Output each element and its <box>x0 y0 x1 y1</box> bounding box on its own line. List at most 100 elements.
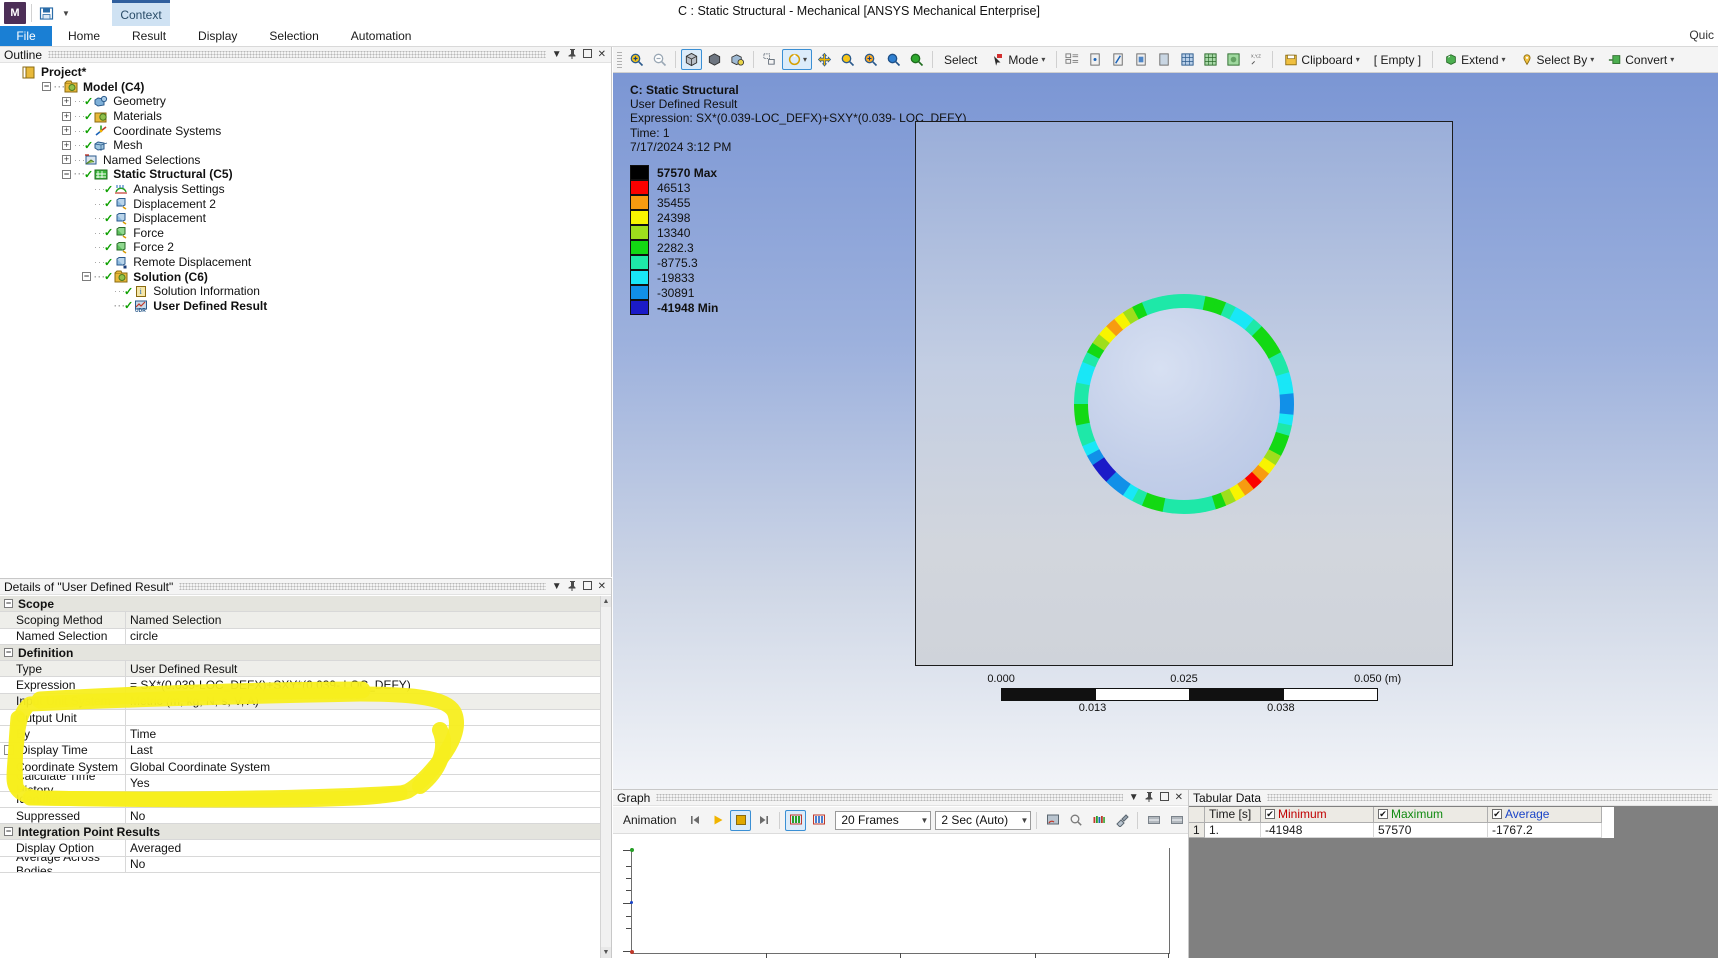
details-scrollbar[interactable]: ▲ ▼ <box>600 596 611 958</box>
tab-home[interactable]: Home <box>52 26 116 46</box>
details-value-cell[interactable]: Global Coordinate System <box>126 759 600 774</box>
details-dropdown-icon[interactable]: ▼ <box>552 581 562 592</box>
zoom-fit-green-icon[interactable] <box>906 49 927 70</box>
tabular-header-cell-3[interactable]: ✔ Maximum <box>1374 807 1488 823</box>
save-animation-icon[interactable] <box>1042 810 1063 831</box>
rotate-icon[interactable]: ▾ <box>782 49 812 70</box>
tab-result[interactable]: Result <box>116 26 182 46</box>
tree-item-model-c4[interactable]: −··· Model (C4) <box>22 80 609 95</box>
details-pin-icon[interactable] <box>568 580 577 594</box>
tabular-header-cell-2[interactable]: ✔ Minimum <box>1261 807 1374 823</box>
last-frame-icon[interactable] <box>753 810 774 831</box>
tabular-cell-time[interactable]: 1. <box>1205 822 1261 838</box>
convert-button[interactable]: Convert ▾ <box>1602 49 1680 70</box>
zoom-region-icon[interactable] <box>860 49 881 70</box>
display-time-checkbox[interactable] <box>4 745 14 756</box>
tabular-header-cell-1[interactable]: Time [s] <box>1205 807 1261 823</box>
tabular-header-cell-0[interactable] <box>1189 807 1205 823</box>
graph-chart-area[interactable] <box>623 848 1170 958</box>
tree-item-project[interactable]: Project* <box>22 65 609 80</box>
column-visibility-checkbox[interactable]: ✔ <box>1378 809 1388 820</box>
tab-selection[interactable]: Selection <box>253 26 334 46</box>
collapse-toggle-icon[interactable]: − <box>62 169 71 179</box>
expand-toggle-icon[interactable]: + <box>62 96 71 106</box>
details-row-named-selection[interactable]: Named Selection circle <box>0 628 600 645</box>
details-maximize-icon[interactable] <box>582 580 592 593</box>
expand-toggle-icon[interactable]: + <box>62 126 71 136</box>
play-icon[interactable] <box>707 810 728 831</box>
outline-pin-icon[interactable] <box>568 48 577 62</box>
expand-toggle-icon[interactable]: + <box>62 155 71 165</box>
bar-chart-icon[interactable] <box>1088 810 1109 831</box>
details-row-output-unit[interactable]: Output Unit <box>0 710 600 727</box>
shaded-body-icon[interactable] <box>704 49 725 70</box>
frames-chevron-down-icon[interactable]: ▼ <box>914 816 928 825</box>
extend-button[interactable]: Extend ▾ <box>1438 49 1511 70</box>
details-value-cell[interactable]: No <box>126 857 600 872</box>
iso-view-icon[interactable] <box>681 49 702 70</box>
details-value-cell[interactable]: Last <box>126 743 600 758</box>
circle-result-geometry[interactable] <box>1072 292 1296 516</box>
tree-item-named-selections[interactable]: +··· Named Selections <box>22 153 609 168</box>
zoom-box-icon[interactable] <box>837 49 858 70</box>
select-face-icon[interactable] <box>1131 49 1152 70</box>
lasso-select-icon[interactable] <box>1223 49 1244 70</box>
collapse-toggle-icon[interactable]: − <box>42 82 51 92</box>
details-row-calculate-time-history[interactable]: Calculate Time History Yes <box>0 775 600 792</box>
duration-select[interactable]: 2 Sec (Auto) ▼ <box>935 810 1032 830</box>
column-visibility-checkbox[interactable]: ✔ <box>1265 809 1275 820</box>
tree-item-coordinate-systems[interactable]: +···✓ Coordinate Systems <box>22 123 609 138</box>
column-visibility-checkbox[interactable]: ✔ <box>1492 809 1502 820</box>
tab-display[interactable]: Display <box>182 26 253 46</box>
details-group-definition[interactable]: − Definition <box>0 644 600 662</box>
tabular-cell-index[interactable]: 1 <box>1189 822 1205 838</box>
toolbar-grip-icon[interactable] <box>617 51 622 68</box>
box-volume-select-icon[interactable] <box>1200 49 1221 70</box>
box-select-icon[interactable] <box>1177 49 1198 70</box>
stop-icon[interactable] <box>730 809 752 831</box>
details-row-expression[interactable]: Expression = SX*(0.039-LOC_DEFX)+SXY*(0.0… <box>0 677 600 694</box>
tabular-row[interactable]: 1 1. -41948 57570 -1767.2 <box>1189 822 1614 838</box>
tab-automation[interactable]: Automation <box>335 26 428 46</box>
scroll-up-icon[interactable]: ▲ <box>601 596 611 607</box>
details-value-cell[interactable]: User Defined Result <box>126 661 600 677</box>
tree-item-solution-c6[interactable]: −···✓ Solution (C6) <box>22 269 609 284</box>
select-button[interactable]: Select <box>938 49 983 70</box>
details-row-suppressed[interactable]: Suppressed No <box>0 807 600 825</box>
wireframe-icon[interactable] <box>727 49 748 70</box>
expand-toggle-icon[interactable]: + <box>62 111 71 121</box>
distribute-frames-icon[interactable] <box>785 809 807 831</box>
outline-maximize-icon[interactable] <box>582 48 592 61</box>
details-table[interactable]: − Scope Scoping Method Named Selection Named… <box>0 596 600 958</box>
box-zoom-icon[interactable] <box>759 49 780 70</box>
graph-close-icon[interactable]: ✕ <box>1175 792 1183 803</box>
details-value-cell[interactable]: Metric (m, kg, N, s, V, A) <box>126 693 600 710</box>
details-row-scoping-method[interactable]: Scoping Method Named Selection <box>0 612 600 629</box>
tree-item-solution-information[interactable]: ···✓i Solution Information <box>22 284 609 299</box>
details-row-display-option[interactable]: Display Option Averaged <box>0 840 600 857</box>
details-value-cell[interactable]: = SX*(0.039-LOC_DEFX)+SXY*(0.039- LOC_DE… <box>126 677 600 692</box>
details-row-by[interactable]: By Time <box>0 726 600 743</box>
outline-close-icon[interactable]: ✕ <box>598 49 606 60</box>
details-group-scope[interactable]: − Scope <box>0 596 600 613</box>
clipboard-button[interactable]: Clipboard ▾ <box>1278 49 1365 70</box>
outline-tree[interactable]: Project*−···Model (C4)+···✓Geometry+···✓… <box>22 65 609 575</box>
tree-item-displacement[interactable]: ···✓ Displacement <box>22 211 609 226</box>
details-value-cell[interactable] <box>126 710 600 725</box>
result-legend[interactable]: 57570 Max 46513 35455 24398 13340 2282.3 -8775… <box>630 165 718 315</box>
tab-file[interactable]: File <box>0 26 52 46</box>
tree-item-materials[interactable]: +···✓ Materials <box>22 109 609 124</box>
details-value-cell[interactable]: Named Selection <box>126 612 600 628</box>
duration-chevron-down-icon[interactable]: ▼ <box>1014 816 1028 825</box>
tree-item-force-2[interactable]: ···✓ Force 2 <box>22 240 609 255</box>
coordinate-display-icon[interactable]: X,Y,Z <box>1246 49 1267 70</box>
model-view-box[interactable] <box>915 121 1453 666</box>
select-vertex-icon[interactable] <box>1085 49 1106 70</box>
tabular-cell-average[interactable]: -1767.2 <box>1488 822 1602 838</box>
details-group-integration-point-results[interactable]: − Integration Point Results <box>0 824 600 841</box>
tabular-table[interactable]: Time [s] ✔ Minimum ✔ Maximum ✔ Average 1 1. -4194… <box>1189 807 1614 838</box>
outline-dropdown-icon[interactable]: ▼ <box>552 49 562 60</box>
details-row-input-unit-system[interactable]: Input Unit System Metric (m, kg, N, s, V,… <box>0 693 600 711</box>
tree-item-static-structural-c5[interactable]: −···✓ Static Structural (C5) <box>22 167 609 182</box>
graph-dropdown-icon[interactable]: ▼ <box>1129 792 1139 803</box>
